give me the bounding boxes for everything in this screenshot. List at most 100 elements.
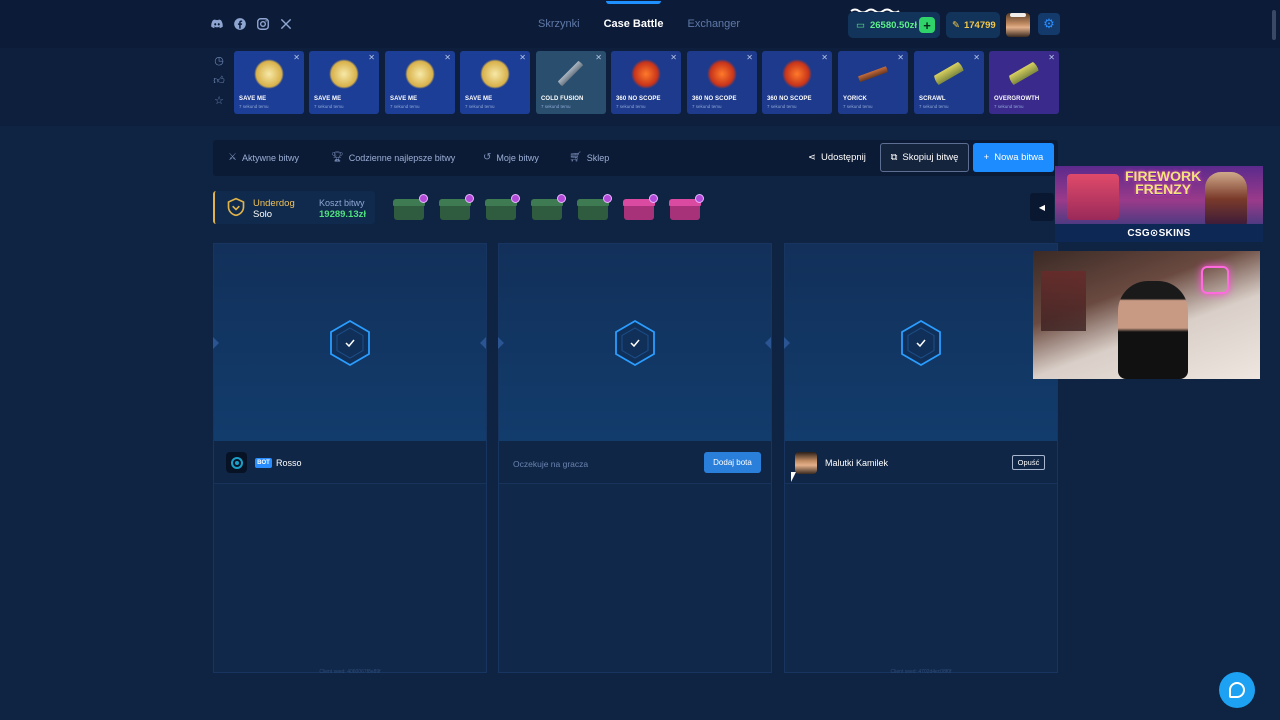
leave-battle-button[interactable]: Opuść: [1012, 455, 1045, 470]
main-nav: Skrzynki Case Battle Exchanger: [538, 0, 740, 48]
drop-time: 7 sekund temu: [843, 104, 873, 109]
close-icon[interactable]: ✕: [595, 53, 602, 62]
reel-marker-left-icon: [498, 337, 504, 349]
settings-gear-icon[interactable]: ⚙: [1038, 13, 1060, 35]
trophy-icon: 🏆︎: [331, 152, 344, 163]
coin-value: 174799: [963, 19, 996, 31]
nav-link-case-battle[interactable]: Case Battle: [604, 1, 663, 30]
drop-card[interactable]: OVERGROWTH 7 sekund temu ✕: [989, 51, 1059, 114]
tab-daily-best[interactable]: 🏆︎ Codzienne najlepsze bitwy: [331, 152, 455, 163]
user-avatar[interactable]: [1006, 13, 1030, 37]
ready-hexagon-icon: [901, 319, 941, 367]
close-icon[interactable]: ✕: [1048, 53, 1055, 62]
instagram-icon[interactable]: [256, 17, 270, 31]
nav-link-cases[interactable]: Skrzynki: [538, 18, 580, 30]
swords-icon: ⚔: [228, 152, 237, 163]
drop-card[interactable]: COLD FUSION 7 sekund temu ✕: [536, 51, 606, 114]
close-icon[interactable]: ✕: [368, 53, 375, 62]
deposit-plus-button[interactable]: +: [919, 17, 935, 33]
drop-time: 7 sekund temu: [541, 104, 571, 109]
drop-card[interactable]: 360 NO SCOPE 7 sekund temu ✕: [611, 51, 681, 114]
webcam-shelf: [1041, 271, 1086, 331]
wallet-balance[interactable]: ▭ 26580.50zł +: [848, 12, 940, 38]
drop-item-name: 360 NO SCOPE: [767, 96, 812, 102]
chat-support-button[interactable]: [1219, 672, 1255, 708]
fire-skull-icon: [631, 59, 661, 89]
live-drops-strip: ◷ 👍︎ ☆ SAVE ME 7 sekund temu ✕ SAVE ME 7 sek…: [0, 48, 1280, 126]
case-icon[interactable]: [668, 194, 704, 224]
streamer: [1118, 281, 1188, 379]
collapse-sidebar-button[interactable]: ◀: [1030, 193, 1054, 221]
close-icon[interactable]: ✕: [444, 53, 451, 62]
x-twitter-icon[interactable]: [279, 17, 293, 31]
drop-card[interactable]: 360 NO SCOPE 7 sekund temu ✕: [687, 51, 757, 114]
battle-case-list: [392, 194, 704, 224]
ready-hexagon-icon: [615, 319, 655, 367]
player-slot-1: Client seed: 4060067f8e89f: [213, 243, 487, 675]
shotgun-icon: [858, 59, 888, 89]
drop-item-name: SAVE ME: [314, 96, 342, 102]
close-icon[interactable]: ✕: [821, 53, 828, 62]
promo-banner[interactable]: FIREWORK FRENZY CSG⊙SKINS: [1055, 166, 1263, 242]
discord-icon[interactable]: [210, 17, 224, 31]
close-icon[interactable]: ✕: [897, 53, 904, 62]
share-button[interactable]: ⋖ Udostępnij: [808, 152, 866, 163]
case-badge: [557, 194, 566, 203]
case-icon[interactable]: [576, 194, 612, 224]
close-icon[interactable]: ✕: [670, 53, 677, 62]
wallet-icon: ▭: [856, 19, 865, 31]
drop-card[interactable]: SCRAWL 7 sekund temu ✕: [914, 51, 984, 114]
close-icon[interactable]: ✕: [293, 53, 300, 62]
bot-badge: BOT: [255, 458, 272, 468]
copy-battle-button[interactable]: ⧉ Skopiuj bitwę: [880, 143, 969, 172]
case-icon[interactable]: [438, 194, 474, 224]
battle-mode-box: Underdog Solo Koszt bitwy 19289.13zł: [213, 191, 375, 224]
thumbs-up-icon[interactable]: 👍︎: [213, 74, 225, 87]
close-icon[interactable]: ✕: [973, 53, 980, 62]
case-badge: [465, 194, 474, 203]
drop-time: 7 sekund temu: [239, 104, 269, 109]
coin-balance[interactable]: ✎ 174799: [946, 12, 1000, 38]
character-image: [1205, 172, 1247, 226]
close-icon[interactable]: ✕: [746, 53, 753, 62]
top-bar: Skrzynki Case Battle Exchanger ▭ 26580.5…: [0, 0, 1280, 48]
drop-item-name: 360 NO SCOPE: [616, 96, 661, 102]
case-badge: [419, 194, 428, 203]
tab-my-battles[interactable]: ↺ Moje bitwy: [483, 152, 539, 163]
reel-marker-right-icon: [765, 337, 771, 349]
drop-card[interactable]: SAVE ME 7 sekund temu ✕: [385, 51, 455, 114]
facebook-icon[interactable]: [233, 17, 247, 31]
new-battle-label: Nowa bitwa: [994, 152, 1044, 163]
drop-card[interactable]: 360 NO SCOPE 7 sekund temu ✕: [762, 51, 832, 114]
scrollbar[interactable]: [1272, 10, 1276, 40]
fire-skull-icon: [782, 59, 812, 89]
new-battle-button[interactable]: + Nowa bitwa: [973, 143, 1054, 172]
battle-cost-label: Koszt bitwy: [319, 198, 365, 208]
clock-icon[interactable]: ◷: [213, 54, 225, 67]
pistol-icon: [934, 59, 964, 89]
client-seed: Client seed: 4060067f8e89f: [319, 669, 381, 675]
tab-label: Aktywne bitwy: [241, 152, 299, 163]
case-icon[interactable]: [530, 194, 566, 224]
player-name: Malutki Kamilek: [825, 458, 889, 468]
case-icon[interactable]: [392, 194, 428, 224]
tab-active-battles[interactable]: ⚔ Aktywne bitwy: [228, 152, 299, 163]
nav-link-exchanger[interactable]: Exchanger: [687, 18, 740, 30]
drop-item-name: SCRAWL: [919, 96, 946, 102]
player-avatar: [795, 452, 817, 474]
star-icon[interactable]: ☆: [213, 94, 225, 107]
drop-card[interactable]: SAVE ME 7 sekund temu ✕: [460, 51, 530, 114]
tab-label: Moje bitwy: [496, 152, 539, 163]
drop-card[interactable]: YORICK 7 sekund temu ✕: [838, 51, 908, 114]
chat-bubble-icon: [1229, 682, 1245, 698]
case-badge: [695, 194, 704, 203]
case-icon[interactable]: [622, 194, 658, 224]
drop-time: 7 sekund temu: [919, 104, 949, 109]
add-bot-button[interactable]: Dodaj bota: [704, 452, 761, 473]
promo-brand: CSG⊙SKINS: [1055, 224, 1263, 242]
case-icon[interactable]: [484, 194, 520, 224]
tab-shop[interactable]: 🛒︎ Sklep: [569, 152, 609, 163]
drop-card[interactable]: SAVE ME 7 sekund temu ✕: [234, 51, 304, 114]
drop-card[interactable]: SAVE ME 7 sekund temu ✕: [309, 51, 379, 114]
close-icon[interactable]: ✕: [519, 53, 526, 62]
